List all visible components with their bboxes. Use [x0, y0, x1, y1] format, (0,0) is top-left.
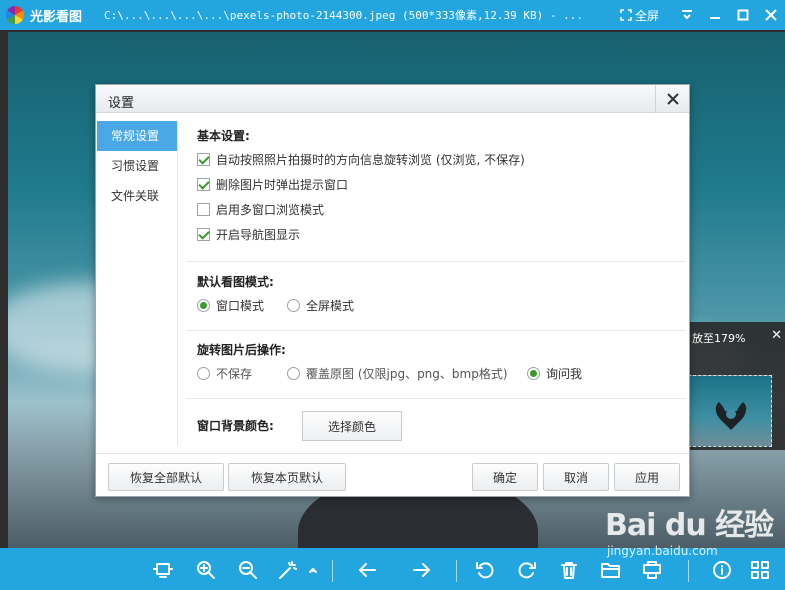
dialog-close-button[interactable]: [655, 85, 689, 113]
zoom-out-icon[interactable]: [237, 560, 259, 580]
toolbar-separator: [688, 560, 689, 582]
previous-icon[interactable]: [356, 560, 378, 580]
ok-button[interactable]: 确定: [472, 463, 538, 491]
watermark-url: jingyan.baidu.com: [607, 544, 718, 558]
zoom-in-icon[interactable]: [195, 560, 217, 580]
rotate-left-icon[interactable]: [474, 560, 496, 580]
navigator-close-icon[interactable]: ✕: [771, 328, 782, 343]
fullscreen-mode-label: 全屏模式: [306, 299, 355, 313]
sidebar-item-file-association[interactable]: 文件关联: [97, 181, 177, 211]
menu-button[interactable]: [673, 0, 701, 30]
multi-window-checkbox[interactable]: [197, 203, 210, 216]
fit-screen-icon[interactable]: [152, 560, 174, 580]
toolbar-separator: [456, 560, 457, 582]
after-rotate-title: 旋转图片后操作:: [197, 343, 286, 357]
view-mode-window[interactable]: 窗口模式: [197, 297, 287, 314]
option-multi-window[interactable]: 启用多窗口浏览模式: [197, 197, 687, 222]
minimize-icon: [710, 17, 720, 19]
view-mode-section: 默认看图模式: 窗口模式 全屏模式: [197, 271, 687, 318]
close-icon: [765, 9, 777, 21]
dialog-footer: 恢复全部默认 恢复本页默认 确定 取消 应用: [96, 453, 689, 497]
basic-settings-title: 基本设置:: [197, 129, 250, 143]
settings-sidebar: 常规设置 习惯设置 文件关联: [97, 121, 177, 211]
navigator-thumbnail[interactable]: [688, 375, 772, 447]
dialog-title: 设置: [108, 96, 135, 111]
delete-prompt-checkbox[interactable]: [197, 178, 210, 191]
view-mode-fullscreen[interactable]: 全屏模式: [287, 297, 354, 314]
file-title: C:\...\...\...\...\pexels-photo-2144300.…: [104, 9, 583, 22]
app-logo-icon: [6, 6, 24, 24]
no-save-radio[interactable]: [197, 367, 210, 380]
watermark-brand: Bai du 经验: [605, 508, 774, 543]
rotate-right-icon[interactable]: [516, 560, 538, 580]
title-bar: 光影看图 C:\...\...\...\...\pexels-photo-214…: [0, 0, 785, 30]
fullscreen-label: 全屏: [634, 8, 659, 23]
fullscreen-mode-radio[interactable]: [287, 299, 300, 312]
delete-prompt-label: 删除图片时弹出提示窗口: [216, 178, 349, 192]
magic-wand-dropdown-icon[interactable]: [306, 560, 320, 580]
bg-color-title: 窗口背景颜色:: [197, 419, 274, 433]
after-rotate-no-save[interactable]: 不保存: [197, 365, 287, 382]
option-auto-rotate[interactable]: 自动按照照片拍摄时的方向信息旋转浏览 (仅浏览, 不保存): [197, 147, 687, 172]
settings-dialog: 设置 常规设置 习惯设置 文件关联 基本设置: 自动按照照片拍摄时的方向信息旋转…: [95, 84, 690, 497]
magic-wand-icon[interactable]: [277, 560, 299, 580]
navigator-checkbox[interactable]: [197, 228, 210, 241]
navigator-zoom-text: 放至179%: [692, 332, 746, 345]
fullscreen-button[interactable]: 全屏: [620, 7, 659, 24]
restore-all-defaults-button[interactable]: 恢复全部默认: [108, 463, 224, 491]
section-divider: [186, 398, 686, 399]
section-divider: [186, 261, 686, 262]
toolbar-separator: [332, 560, 333, 582]
sidebar-divider: [177, 121, 178, 445]
next-icon[interactable]: [411, 560, 433, 580]
delete-icon[interactable]: [558, 560, 580, 580]
navigator-label: 开启导航图显示: [216, 228, 301, 242]
option-delete-prompt[interactable]: 删除图片时弹出提示窗口: [197, 172, 687, 197]
ask-me-radio[interactable]: [527, 367, 540, 380]
close-window-button[interactable]: [757, 0, 785, 30]
heart-hands-icon: [715, 402, 747, 430]
window-mode-radio[interactable]: [197, 299, 210, 312]
choose-color-button[interactable]: 选择颜色: [302, 411, 402, 441]
dialog-header: 设置: [96, 85, 689, 113]
print-icon[interactable]: [641, 560, 663, 580]
menu-dropdown-icon: [682, 10, 692, 20]
navigator-panel: 放至179% ✕: [688, 322, 785, 450]
after-rotate-section: 旋转图片后操作: 不保存 覆盖原图 (仅限jpg、png、bmp格式) 询问我: [197, 339, 687, 386]
view-mode-title: 默认看图模式:: [197, 275, 274, 289]
bg-color-section: 窗口背景颜色:: [197, 415, 687, 437]
no-save-label: 不保存: [216, 367, 253, 381]
fullscreen-icon: [620, 9, 632, 21]
after-rotate-overwrite[interactable]: 覆盖原图 (仅限jpg、png、bmp格式): [287, 365, 527, 382]
restore-page-defaults-button[interactable]: 恢复本页默认: [228, 463, 346, 491]
minimize-button[interactable]: [701, 0, 729, 30]
close-icon: [666, 93, 679, 105]
maximize-button[interactable]: [729, 0, 757, 30]
auto-rotate-checkbox[interactable]: [197, 153, 210, 166]
overwrite-label: 覆盖原图 (仅限jpg、png、bmp格式): [306, 367, 508, 381]
multi-window-label: 启用多窗口浏览模式: [216, 203, 325, 217]
open-folder-icon[interactable]: [600, 560, 622, 580]
basic-settings-section: 基本设置: 自动按照照片拍摄时的方向信息旋转浏览 (仅浏览, 不保存) 删除图片…: [197, 125, 687, 247]
section-divider: [186, 330, 686, 331]
option-navigator[interactable]: 开启导航图显示: [197, 222, 687, 247]
apply-button[interactable]: 应用: [614, 463, 680, 491]
app-name: 光影看图: [30, 9, 83, 25]
window-mode-label: 窗口模式: [216, 299, 265, 313]
info-icon[interactable]: [711, 560, 733, 580]
overwrite-radio[interactable]: [287, 367, 300, 380]
after-rotate-ask[interactable]: 询问我: [527, 365, 582, 382]
cancel-button[interactable]: 取消: [543, 463, 609, 491]
ask-me-label: 询问我: [546, 367, 583, 381]
sidebar-item-general[interactable]: 常规设置: [97, 121, 177, 151]
auto-rotate-label: 自动按照照片拍摄时的方向信息旋转浏览 (仅浏览, 不保存): [216, 153, 525, 167]
baidu-watermark: Bai du 经验 jingyan.baidu.com: [605, 500, 775, 560]
maximize-icon: [737, 9, 749, 21]
grid-icon[interactable]: [749, 560, 771, 580]
sidebar-item-habits[interactable]: 习惯设置: [97, 151, 177, 181]
